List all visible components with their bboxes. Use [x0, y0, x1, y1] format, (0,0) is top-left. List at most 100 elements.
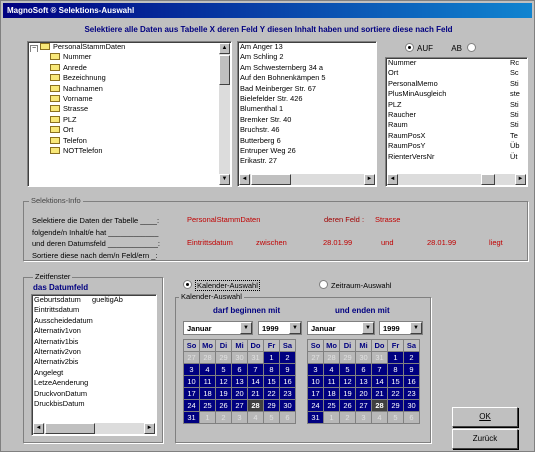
date-field-item[interactable]: Alternativ1bis	[32, 337, 156, 347]
end-day-cell[interactable]: 3	[356, 412, 371, 423]
mode-calendar-radio[interactable]	[183, 280, 192, 289]
end-day-cell[interactable]: 21	[372, 388, 387, 399]
end-day-cell[interactable]: 30	[404, 400, 419, 411]
end-day-cell[interactable]: 2	[340, 412, 355, 423]
sort-item[interactable]: RaumPosX Te	[386, 131, 527, 141]
end-day-cell[interactable]: 9	[404, 364, 419, 375]
end-day-cell[interactable]: 14	[372, 376, 387, 387]
date-field-list[interactable]: Geburtsdatum gueltigAb Eintrittsdatum Aussc…	[31, 294, 157, 436]
end-day-cell[interactable]: 30	[356, 352, 371, 363]
end-day-cell[interactable]: 31	[308, 412, 323, 423]
begin-day-cell[interactable]: 13	[232, 376, 247, 387]
end-day-cell[interactable]: 29	[340, 352, 355, 363]
begin-day-cell[interactable]: 1	[264, 352, 279, 363]
tree-item[interactable]: Anrede	[28, 63, 231, 73]
end-day-cell[interactable]: 6	[404, 412, 419, 423]
end-day-cell[interactable]: 6	[356, 364, 371, 375]
sort-hscroll[interactable]: ◄ ►	[387, 174, 526, 185]
begin-day-cell[interactable]: 28	[248, 400, 263, 411]
scroll-thumb[interactable]	[45, 423, 95, 434]
scroll-thumb[interactable]	[251, 174, 291, 185]
tree-item[interactable]: Strasse	[28, 104, 231, 114]
scroll-thumb[interactable]	[219, 55, 230, 85]
mode-calendar[interactable]: Kalender-Auswahl	[183, 280, 260, 291]
begin-month-combo[interactable]: Januar ▼	[183, 321, 253, 335]
ok-button[interactable]: OK	[452, 407, 518, 427]
scroll-up-icon[interactable]: ▲	[219, 43, 230, 54]
date-field-item[interactable]: Eintrittsdatum	[32, 305, 156, 315]
back-button[interactable]: Zurück	[452, 429, 518, 449]
tree-item[interactable]: Nummer	[28, 52, 231, 62]
end-day-cell[interactable]: 5	[388, 412, 403, 423]
mode-period[interactable]: Zeitraum-Auswahl	[319, 280, 391, 290]
value-item[interactable]: Bruchstr. 46	[238, 125, 376, 135]
end-day-cell[interactable]: 31	[372, 352, 387, 363]
sort-item[interactable]: PlusMinAusgleich ste	[386, 89, 527, 99]
tree-item[interactable]: PLZ	[28, 115, 231, 125]
begin-day-cell[interactable]: 29	[216, 352, 231, 363]
sort-asc-radio[interactable]	[405, 43, 414, 52]
end-month-combo[interactable]: Januar ▼	[307, 321, 375, 335]
date-field-item[interactable]: Alternativ2von	[32, 347, 156, 357]
end-day-cell[interactable]: 12	[340, 376, 355, 387]
begin-day-cell[interactable]: 12	[216, 376, 231, 387]
begin-day-cell[interactable]: 20	[232, 388, 247, 399]
date-field-item[interactable]: DruckvonDatum	[32, 389, 156, 399]
date-field-item[interactable]: LetzeAenderung	[32, 378, 156, 388]
sort-item[interactable]: Ort Sc	[386, 68, 527, 78]
end-day-cell[interactable]: 13	[356, 376, 371, 387]
date-field-item[interactable]: Angelegt	[32, 368, 156, 378]
begin-day-cell[interactable]: 1	[200, 412, 215, 423]
end-day-cell[interactable]: 27	[356, 400, 371, 411]
end-day-cell[interactable]: 28	[372, 400, 387, 411]
begin-day-cell[interactable]: 30	[232, 352, 247, 363]
scroll-right-icon[interactable]: ►	[515, 174, 526, 185]
end-day-cell[interactable]: 3	[308, 364, 323, 375]
begin-day-cell[interactable]: 6	[232, 364, 247, 375]
tree-root[interactable]: − PersonalStammDaten	[28, 42, 231, 53]
end-day-cell[interactable]: 24	[308, 400, 323, 411]
begin-day-cell[interactable]: 23	[280, 388, 295, 399]
value-item[interactable]: Am Anger 13	[238, 42, 376, 52]
begin-day-cell[interactable]: 31	[184, 412, 199, 423]
begin-day-cell[interactable]: 24	[184, 400, 199, 411]
begin-day-cell[interactable]: 18	[200, 388, 215, 399]
dropdown-arrow-icon[interactable]: ▼	[289, 322, 301, 334]
date-field-item[interactable]: Alternativ1von	[32, 326, 156, 336]
begin-year-combo[interactable]: 1999 ▼	[258, 321, 302, 335]
tree-item[interactable]: Ort	[28, 125, 231, 135]
begin-day-cell[interactable]: 27	[232, 400, 247, 411]
tree-item[interactable]: Bezeichnung	[28, 73, 231, 83]
scroll-down-icon[interactable]: ▼	[219, 174, 230, 185]
scroll-left-icon[interactable]: ◄	[239, 174, 250, 185]
sort-item[interactable]: RaumPosY Üb	[386, 141, 527, 151]
end-day-cell[interactable]: 28	[324, 352, 339, 363]
value-item[interactable]: Auf den Bohnenkämpen 5	[238, 73, 376, 83]
sort-item[interactable]: Nummer Rc	[386, 58, 527, 68]
end-day-cell[interactable]: 27	[308, 352, 323, 363]
end-year-combo[interactable]: 1999 ▼	[379, 321, 423, 335]
value-item[interactable]: Bad Meinberger Str. 67	[238, 84, 376, 94]
sort-desc-radio[interactable]	[467, 43, 477, 52]
begin-day-cell[interactable]: 21	[248, 388, 263, 399]
begin-day-cell[interactable]: 26	[216, 400, 231, 411]
value-item[interactable]: Bielefelder Str. 426	[238, 94, 376, 104]
begin-day-cell[interactable]: 30	[280, 400, 295, 411]
end-day-cell[interactable]: 22	[388, 388, 403, 399]
scroll-right-icon[interactable]: ►	[144, 423, 155, 434]
end-day-cell[interactable]: 23	[404, 388, 419, 399]
sort-item[interactable]: Raucher Sti	[386, 110, 527, 120]
begin-day-cell[interactable]: 17	[184, 388, 199, 399]
end-day-cell[interactable]: 16	[404, 376, 419, 387]
scroll-thumb[interactable]	[481, 174, 495, 185]
scroll-left-icon[interactable]: ◄	[33, 423, 44, 434]
begin-day-cell[interactable]: 11	[200, 376, 215, 387]
tree-vscroll[interactable]: ▲ ▼	[219, 43, 230, 185]
value-item[interactable]: Entruper Weg 26	[238, 146, 376, 156]
end-day-cell[interactable]: 1	[324, 412, 339, 423]
value-item[interactable]: Am Schling 2	[238, 52, 376, 62]
end-day-cell[interactable]: 5	[340, 364, 355, 375]
begin-day-cell[interactable]: 25	[200, 400, 215, 411]
values-list[interactable]: Am Anger 13 Am Schling 2 Am Schwesternberg…	[237, 41, 377, 187]
sort-item[interactable]: RienterVersNr Üt	[386, 152, 527, 162]
